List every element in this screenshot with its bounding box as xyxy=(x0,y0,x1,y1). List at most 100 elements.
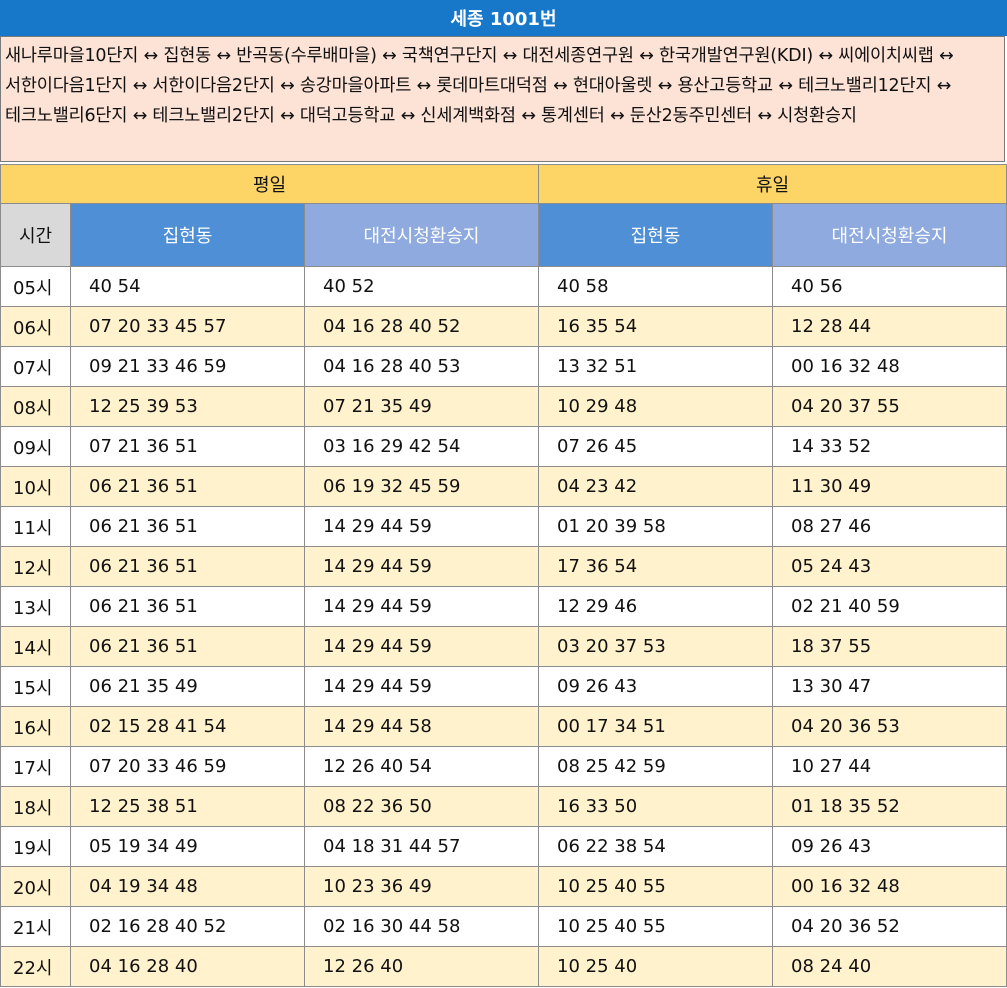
weekday-jiphyeon-cell: 06 21 36 51 xyxy=(70,546,305,587)
holiday-jiphyeon-cell: 08 25 42 59 xyxy=(538,746,773,787)
weekday-cityhall-cell: 14 29 44 59 xyxy=(304,626,539,667)
holiday-jiphyeon-cell: 03 20 37 53 xyxy=(538,626,773,667)
weekday-cityhall-cell: 04 18 31 44 57 xyxy=(304,826,539,867)
weekday-cityhall-header: 대전시청환승지 xyxy=(304,203,539,267)
weekday-jiphyeon-cell: 02 15 28 41 54 xyxy=(70,706,305,747)
weekday-cityhall-cell: 07 21 35 49 xyxy=(304,386,539,427)
weekday-cityhall-cell: 12 26 40 xyxy=(304,946,539,987)
holiday-cityhall-cell: 02 21 40 59 xyxy=(772,586,1007,627)
timetable-body: 05시 40 54 40 52 40 58 40 56 06시 07 20 33 45 57… xyxy=(0,266,1007,987)
weekday-jiphyeon-cell: 40 54 xyxy=(70,266,305,307)
holiday-cityhall-cell: 18 37 55 xyxy=(772,626,1007,667)
holiday-cityhall-cell: 04 20 37 55 xyxy=(772,386,1007,427)
holiday-cityhall-cell: 00 16 32 48 xyxy=(772,866,1007,907)
holiday-cityhall-header: 대전시청환승지 xyxy=(772,203,1007,267)
weekday-cityhall-cell: 12 26 40 54 xyxy=(304,746,539,787)
hour-cell: 07시 xyxy=(0,346,71,387)
holiday-jiphyeon-cell: 10 29 48 xyxy=(538,386,773,427)
holiday-cityhall-cell: 01 18 35 52 xyxy=(772,786,1007,827)
table-row: 16시 02 15 28 41 54 14 29 44 58 00 17 34 51 0… xyxy=(0,706,1007,747)
holiday-jiphyeon-cell: 10 25 40 xyxy=(538,946,773,987)
weekday-jiphyeon-cell: 02 16 28 40 52 xyxy=(70,906,305,947)
weekday-jiphyeon-cell: 06 21 36 51 xyxy=(70,626,305,667)
timetable: 평일 휴일 시간 집현동 대전시청환승지 집현동 대전시청환승지 05시 40 5… xyxy=(0,164,1007,987)
table-row: 18시 12 25 38 51 08 22 36 50 16 33 50 01 18 3… xyxy=(0,786,1007,827)
holiday-jiphyeon-cell: 12 29 46 xyxy=(538,586,773,627)
holiday-cityhall-cell: 14 33 52 xyxy=(772,426,1007,467)
holiday-cityhall-cell: 08 24 40 xyxy=(772,946,1007,987)
group-holiday: 휴일 xyxy=(538,164,1007,204)
hour-cell: 09시 xyxy=(0,426,71,467)
table-row: 21시 02 16 28 40 52 02 16 30 44 58 10 25 40 … xyxy=(0,906,1007,947)
column-header-row: 시간 집현동 대전시청환승지 집현동 대전시청환승지 xyxy=(0,203,1007,267)
weekday-jiphyeon-header: 집현동 xyxy=(70,203,305,267)
timetable-page: 세종 1001번 새나루마을10단지 ↔ 집현동 ↔ 반곡동(수루배마을) ↔ … xyxy=(0,0,1007,988)
page-title: 세종 1001번 xyxy=(0,0,1007,36)
table-row: 12시 06 21 36 51 14 29 44 59 17 36 54 05 24 4… xyxy=(0,546,1007,587)
weekday-jiphyeon-cell: 06 21 35 49 xyxy=(70,666,305,707)
weekday-cityhall-cell: 14 29 44 58 xyxy=(304,706,539,747)
weekday-cityhall-cell: 14 29 44 59 xyxy=(304,586,539,627)
holiday-cityhall-cell: 04 20 36 52 xyxy=(772,906,1007,947)
table-row: 06시 07 20 33 45 57 04 16 28 40 52 16 35 54 1… xyxy=(0,306,1007,347)
holiday-jiphyeon-cell: 40 58 xyxy=(538,266,773,307)
weekday-jiphyeon-cell: 12 25 38 51 xyxy=(70,786,305,827)
hour-cell: 10시 xyxy=(0,466,71,507)
weekday-jiphyeon-cell: 04 16 28 40 xyxy=(70,946,305,987)
holiday-jiphyeon-header: 집현동 xyxy=(538,203,773,267)
weekday-jiphyeon-cell: 07 20 33 46 59 xyxy=(70,746,305,787)
table-row: 11시 06 21 36 51 14 29 44 59 01 20 39 58 08 2… xyxy=(0,506,1007,547)
hour-cell: 14시 xyxy=(0,626,71,667)
hour-cell: 20시 xyxy=(0,866,71,907)
weekday-jiphyeon-cell: 07 21 36 51 xyxy=(70,426,305,467)
hour-cell: 22시 xyxy=(0,946,71,987)
table-row: 13시 06 21 36 51 14 29 44 59 12 29 46 02 21 4… xyxy=(0,586,1007,627)
weekday-cityhall-cell: 04 16 28 40 53 xyxy=(304,346,539,387)
holiday-jiphyeon-cell: 13 32 51 xyxy=(538,346,773,387)
weekday-jiphyeon-cell: 06 21 36 51 xyxy=(70,506,305,547)
weekday-jiphyeon-cell: 09 21 33 46 59 xyxy=(70,346,305,387)
holiday-cityhall-cell: 10 27 44 xyxy=(772,746,1007,787)
time-column-header: 시간 xyxy=(0,203,71,267)
group-weekday: 평일 xyxy=(0,164,539,204)
weekday-jiphyeon-cell: 06 21 36 51 xyxy=(70,466,305,507)
holiday-jiphyeon-cell: 00 17 34 51 xyxy=(538,706,773,747)
holiday-jiphyeon-cell: 10 25 40 55 xyxy=(538,906,773,947)
holiday-jiphyeon-cell: 09 26 43 xyxy=(538,666,773,707)
holiday-jiphyeon-cell: 10 25 40 55 xyxy=(538,866,773,907)
hour-cell: 12시 xyxy=(0,546,71,587)
weekday-jiphyeon-cell: 05 19 34 49 xyxy=(70,826,305,867)
holiday-cityhall-cell: 08 27 46 xyxy=(772,506,1007,547)
hour-cell: 11시 xyxy=(0,506,71,547)
hour-cell: 21시 xyxy=(0,906,71,947)
hour-cell: 13시 xyxy=(0,586,71,627)
hour-cell: 06시 xyxy=(0,306,71,347)
holiday-cityhall-cell: 04 20 36 53 xyxy=(772,706,1007,747)
table-row: 22시 04 16 28 40 12 26 40 10 25 40 08 24 40 xyxy=(0,946,1007,987)
holiday-jiphyeon-cell: 16 33 50 xyxy=(538,786,773,827)
table-row: 15시 06 21 35 49 14 29 44 59 09 26 43 13 30 4… xyxy=(0,666,1007,707)
holiday-jiphyeon-cell: 17 36 54 xyxy=(538,546,773,587)
table-row: 05시 40 54 40 52 40 58 40 56 xyxy=(0,266,1007,307)
weekday-cityhall-cell: 14 29 44 59 xyxy=(304,506,539,547)
holiday-jiphyeon-cell: 16 35 54 xyxy=(538,306,773,347)
weekday-jiphyeon-cell: 06 21 36 51 xyxy=(70,586,305,627)
hour-cell: 17시 xyxy=(0,746,71,787)
weekday-jiphyeon-cell: 07 20 33 45 57 xyxy=(70,306,305,347)
table-row: 10시 06 21 36 51 06 19 32 45 59 04 23 42 11 3… xyxy=(0,466,1007,507)
table-row: 08시 12 25 39 53 07 21 35 49 10 29 48 04 20 3… xyxy=(0,386,1007,427)
holiday-jiphyeon-cell: 04 23 42 xyxy=(538,466,773,507)
hour-cell: 18시 xyxy=(0,786,71,827)
holiday-cityhall-cell: 12 28 44 xyxy=(772,306,1007,347)
weekday-cityhall-cell: 40 52 xyxy=(304,266,539,307)
table-row: 09시 07 21 36 51 03 16 29 42 54 07 26 45 14 3… xyxy=(0,426,1007,467)
holiday-jiphyeon-cell: 01 20 39 58 xyxy=(538,506,773,547)
weekday-cityhall-cell: 02 16 30 44 58 xyxy=(304,906,539,947)
holiday-cityhall-cell: 13 30 47 xyxy=(772,666,1007,707)
weekday-cityhall-cell: 14 29 44 59 xyxy=(304,546,539,587)
holiday-cityhall-cell: 09 26 43 xyxy=(772,826,1007,867)
table-row: 14시 06 21 36 51 14 29 44 59 03 20 37 53 18 3… xyxy=(0,626,1007,667)
group-header-row: 평일 휴일 xyxy=(0,164,1007,204)
table-row: 17시 07 20 33 46 59 12 26 40 54 08 25 42 59 1… xyxy=(0,746,1007,787)
holiday-cityhall-cell: 00 16 32 48 xyxy=(772,346,1007,387)
